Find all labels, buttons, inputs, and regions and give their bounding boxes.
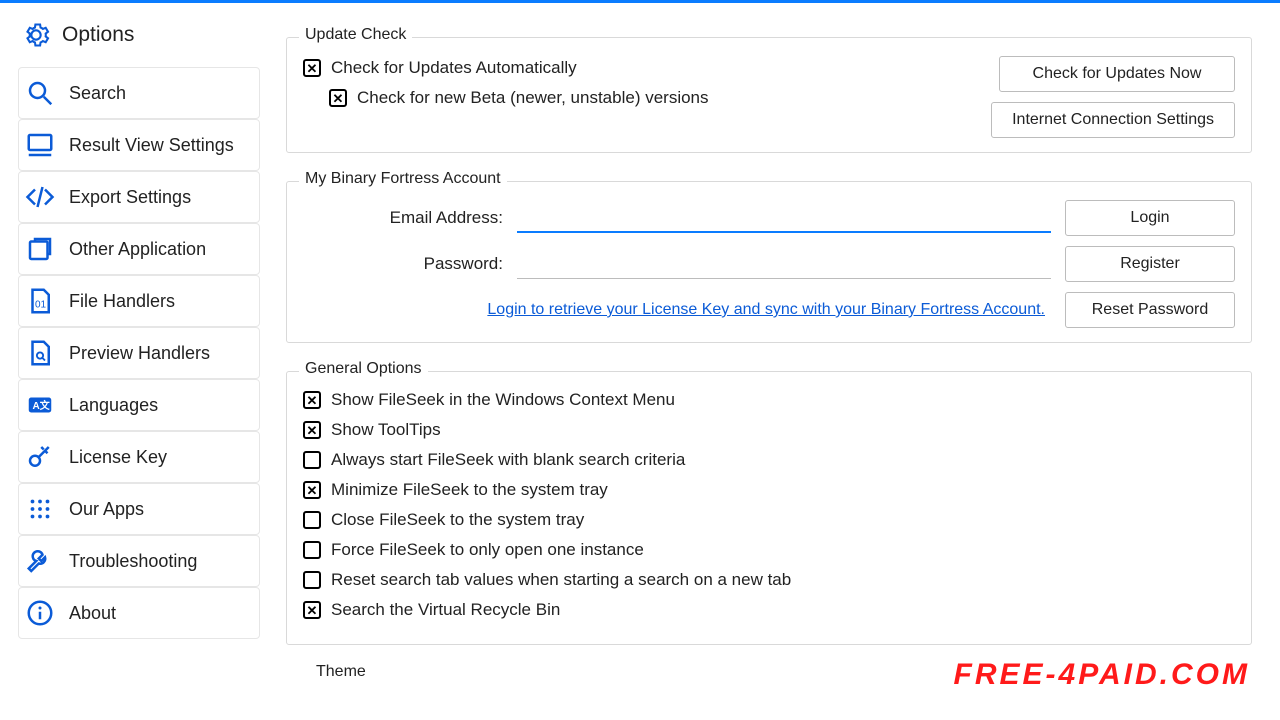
sidebar-item-our-apps[interactable]: Our Apps (18, 483, 260, 535)
register-button[interactable]: Register (1065, 246, 1235, 282)
checkbox-general-1[interactable] (303, 421, 321, 439)
password-input[interactable] (517, 249, 1051, 279)
checkbox-general-5[interactable] (303, 541, 321, 559)
sidebar-item-label: File Handlers (69, 291, 175, 312)
group-update-check: Update Check Check for Updates Automatic… (286, 37, 1252, 153)
group-title-theme: Theme (286, 663, 1252, 681)
checkbox-general-4[interactable] (303, 511, 321, 529)
connection-settings-button[interactable]: Internet Connection Settings (991, 102, 1235, 138)
sidebar-item-label: Our Apps (69, 499, 144, 520)
sidebar-item-other-application[interactable]: Other Application (18, 223, 260, 275)
checkbox-general-6[interactable] (303, 571, 321, 589)
checkbox-general-2[interactable] (303, 451, 321, 469)
file-search-icon (25, 338, 55, 368)
sidebar-item-result-view-settings[interactable]: Result View Settings (18, 119, 260, 171)
key-icon (25, 442, 55, 472)
file-binary-icon (25, 286, 55, 316)
wrench-icon (25, 546, 55, 576)
sidebar-item-label: Preview Handlers (69, 343, 210, 364)
grid-icon (25, 494, 55, 524)
group-title-update: Update Check (299, 26, 412, 44)
sidebar-item-label: Export Settings (69, 187, 191, 208)
search-icon (25, 78, 55, 108)
sidebar-header: Options (18, 21, 260, 49)
sidebar-item-license-key[interactable]: License Key (18, 431, 260, 483)
label-email: Email Address: (303, 208, 503, 228)
group-title-account: My Binary Fortress Account (299, 170, 507, 188)
sidebar: Options Search Result View Settings Expo… (0, 3, 260, 720)
main-content: Update Check Check for Updates Automatic… (260, 3, 1280, 720)
info-icon (25, 598, 55, 628)
sidebar-title: Options (62, 23, 134, 47)
label-general-2: Always start FileSeek with blank search … (331, 450, 685, 470)
login-sync-link[interactable]: Login to retrieve your License Key and s… (303, 301, 1051, 319)
code-icon (25, 182, 55, 212)
language-icon (25, 390, 55, 420)
group-general: General Options Show FileSeek in the Win… (286, 371, 1252, 645)
gear-icon (22, 21, 50, 49)
sidebar-item-about[interactable]: About (18, 587, 260, 639)
sidebar-item-troubleshooting[interactable]: Troubleshooting (18, 535, 260, 587)
label-beta: Check for new Beta (newer, unstable) ver… (357, 88, 709, 108)
sidebar-item-export-settings[interactable]: Export Settings (18, 171, 260, 223)
check-updates-button[interactable]: Check for Updates Now (999, 56, 1235, 92)
label-general-7: Search the Virtual Recycle Bin (331, 600, 560, 620)
sidebar-item-label: Troubleshooting (69, 551, 197, 572)
sidebar-item-label: Result View Settings (69, 135, 234, 156)
checkbox-beta[interactable] (329, 89, 347, 107)
reset-password-button[interactable]: Reset Password (1065, 292, 1235, 328)
group-title-general: General Options (299, 360, 428, 378)
sidebar-item-file-handlers[interactable]: File Handlers (18, 275, 260, 327)
label-general-0: Show FileSeek in the Windows Context Men… (331, 390, 675, 410)
label-password: Password: (303, 254, 503, 274)
sidebar-item-label: Other Application (69, 239, 206, 260)
label-general-1: Show ToolTips (331, 420, 441, 440)
sidebar-item-label: License Key (69, 447, 167, 468)
sidebar-item-languages[interactable]: Languages (18, 379, 260, 431)
sidebar-item-label: About (69, 603, 116, 624)
login-button[interactable]: Login (1065, 200, 1235, 236)
group-account: My Binary Fortress Account Email Address… (286, 181, 1252, 343)
sidebar-item-search[interactable]: Search (18, 67, 260, 119)
label-auto-update: Check for Updates Automatically (331, 58, 577, 78)
monitor-icon (25, 130, 55, 160)
sidebar-item-preview-handlers[interactable]: Preview Handlers (18, 327, 260, 379)
label-general-3: Minimize FileSeek to the system tray (331, 480, 608, 500)
sidebar-item-label: Search (69, 83, 126, 104)
email-input[interactable] (517, 203, 1051, 233)
checkbox-general-0[interactable] (303, 391, 321, 409)
app-root: Options Search Result View Settings Expo… (0, 3, 1280, 720)
window-icon (25, 234, 55, 264)
checkbox-general-3[interactable] (303, 481, 321, 499)
label-general-5: Force FileSeek to only open one instance (331, 540, 644, 560)
sidebar-item-label: Languages (69, 395, 158, 416)
label-general-6: Reset search tab values when starting a … (331, 570, 791, 590)
checkbox-auto-update[interactable] (303, 59, 321, 77)
label-general-4: Close FileSeek to the system tray (331, 510, 584, 530)
checkbox-general-7[interactable] (303, 601, 321, 619)
